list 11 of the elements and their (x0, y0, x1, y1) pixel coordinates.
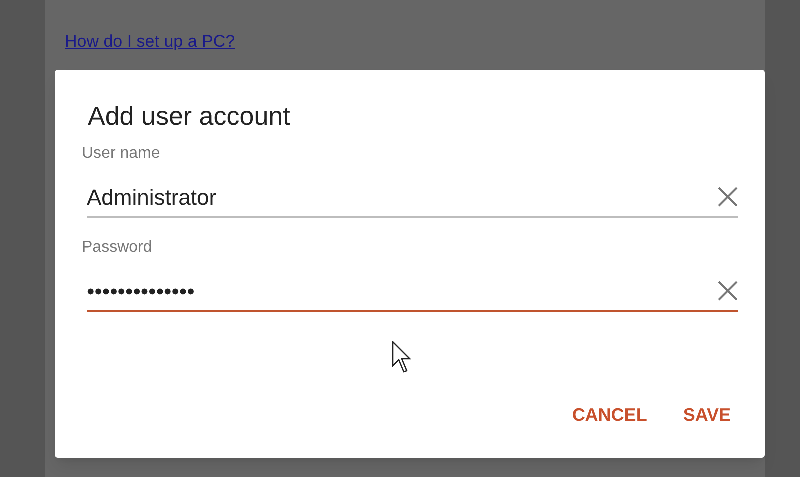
input-field[interactable]: •••••••••••••• (87, 272, 738, 312)
field-label: User name (82, 144, 162, 164)
clear-icon[interactable] (718, 187, 738, 207)
help-link[interactable]: How do I set up a PC? (65, 32, 236, 51)
dialog-button[interactable]: CANCEL (568, 398, 652, 433)
input-field[interactable]: Administrator (87, 178, 738, 218)
dialog-button[interactable]: SAVE (679, 398, 735, 433)
field-label: Password (82, 238, 154, 258)
dialog-title: Add user account (88, 100, 292, 133)
mouse-pointer-icon (392, 341, 412, 374)
clear-icon[interactable] (718, 281, 738, 301)
